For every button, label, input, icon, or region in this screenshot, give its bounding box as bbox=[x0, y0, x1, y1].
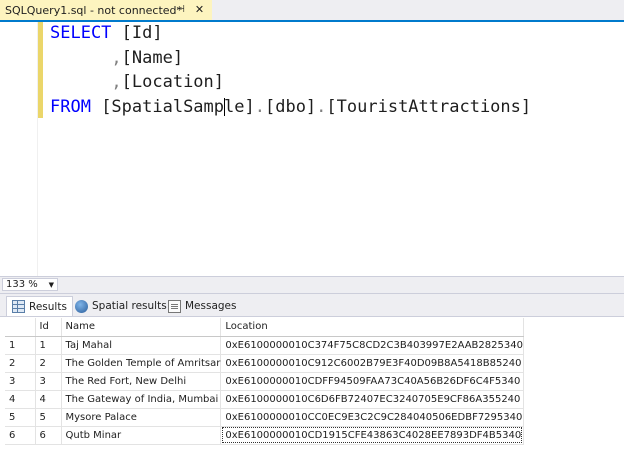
table-row[interactable]: 2 2 The Golden Temple of Amritsar 0xE610000… bbox=[5, 354, 524, 373]
table-row[interactable]: 3 3 The Red Fort, New Delhi 0xE6100000010CD… bbox=[5, 372, 524, 391]
table-row[interactable]: 6 6 Qutb Minar 0xE6100000010CD1915CFE43863C… bbox=[5, 426, 524, 445]
id-cell[interactable]: 1 bbox=[35, 336, 62, 355]
pin-icon[interactable]: ⊣ bbox=[174, 3, 187, 16]
name-cell[interactable]: The Golden Temple of Amritsar bbox=[61, 354, 222, 373]
code-token: . bbox=[316, 97, 327, 117]
tab-messages[interactable]: Messages bbox=[163, 296, 242, 316]
location-cell[interactable]: 0xE6100000010CDFF94509FAA73C40A56B26DF6C… bbox=[220, 372, 524, 391]
table-row[interactable]: 1 1 Taj Mahal 0xE6100000010C374F75C8CD2C3B4… bbox=[5, 336, 524, 355]
code-token: [Id] bbox=[121, 23, 163, 43]
chevron-down-icon: ▼ bbox=[48, 280, 54, 289]
code-line[interactable]: SELECT [Id] bbox=[50, 22, 163, 44]
column-header-location[interactable]: Location bbox=[220, 318, 524, 337]
id-cell[interactable]: 5 bbox=[35, 408, 62, 427]
globe-icon bbox=[75, 299, 88, 313]
column-header-name[interactable]: Name bbox=[61, 318, 222, 337]
location-cell[interactable]: 0xE6100000010C912C6002B79E3F40D09B8A5418… bbox=[220, 354, 524, 373]
name-cell[interactable]: Mysore Palace bbox=[61, 408, 222, 427]
row-number-cell[interactable]: 5 bbox=[5, 408, 36, 427]
row-number-cell[interactable]: 3 bbox=[5, 372, 36, 391]
code-token: le] bbox=[224, 97, 255, 117]
sql-keyword: SELECT bbox=[50, 23, 122, 43]
tab-results[interactable]: Results bbox=[6, 296, 73, 316]
results-tab-strip: Results Spatial results Messages bbox=[0, 294, 624, 317]
code-token: [dbo] bbox=[264, 97, 317, 117]
code-token: , bbox=[50, 72, 122, 92]
grid-icon bbox=[12, 300, 25, 313]
code-token: [Name] bbox=[121, 48, 184, 68]
code-line[interactable]: ,[Location] bbox=[50, 71, 224, 93]
id-cell[interactable]: 2 bbox=[35, 354, 62, 373]
id-cell[interactable]: 3 bbox=[35, 372, 62, 391]
zoom-bar: 133 % ▼ bbox=[0, 276, 624, 294]
column-header-rownum[interactable] bbox=[5, 318, 36, 337]
location-cell[interactable]: 0xE6100000010CC0EC9E3C2C9C284040506EDBF7… bbox=[220, 408, 524, 427]
code-token: [SpatialSamp bbox=[101, 97, 225, 117]
row-number-cell[interactable]: 6 bbox=[5, 426, 36, 445]
location-cell[interactable]: 0xE6100000010CD1915CFE43863C4028EE7893DF… bbox=[220, 426, 524, 445]
table-row[interactable]: 5 5 Mysore Palace 0xE6100000010CC0EC9E3C2C9… bbox=[5, 408, 524, 427]
tab-title: SQLQuery1.sql - not connected* bbox=[5, 3, 183, 17]
horizontal-scrollbar[interactable] bbox=[60, 278, 622, 291]
document-tab-strip: SQLQuery1.sql - not connected* ⊣ ✕ bbox=[0, 0, 624, 22]
tab-spatial-results[interactable]: Spatial results bbox=[70, 296, 172, 316]
id-cell[interactable]: 6 bbox=[35, 426, 62, 445]
sql-keyword: FROM bbox=[50, 97, 102, 117]
name-cell[interactable]: Qutb Minar bbox=[61, 426, 222, 445]
close-icon[interactable]: ✕ bbox=[193, 3, 206, 16]
query-editor[interactable]: SELECT [Id] ,[Name] ,[Location] FROM [Spa… bbox=[0, 22, 624, 276]
row-number-cell[interactable]: 1 bbox=[5, 336, 36, 355]
code-token: , bbox=[50, 48, 122, 68]
tab-messages-label: Messages bbox=[185, 300, 237, 312]
location-cell[interactable]: 0xE6100000010C374F75C8CD2C3B403997E2AAB2… bbox=[220, 336, 524, 355]
code-token: . bbox=[254, 97, 265, 117]
results-table: Id Name Location 1 1 Taj Mahal 0xE610000001… bbox=[5, 318, 524, 445]
change-indicator-bar bbox=[38, 96, 43, 118]
messages-icon bbox=[168, 299, 181, 313]
id-cell[interactable]: 4 bbox=[35, 390, 62, 409]
code-token: [TouristAttractions] bbox=[326, 97, 532, 117]
tab-results-label: Results bbox=[29, 300, 67, 313]
results-grid[interactable]: Id Name Location 1 1 Taj Mahal 0xE610000001… bbox=[0, 317, 624, 466]
tab-spatial-results-label: Spatial results bbox=[92, 300, 167, 312]
column-header-id[interactable]: Id bbox=[35, 318, 62, 337]
table-row[interactable]: 4 4 The Gateway of India, Mumbai 0xE6100000… bbox=[5, 390, 524, 409]
name-cell[interactable]: The Red Fort, New Delhi bbox=[61, 372, 222, 391]
row-number-cell[interactable]: 4 bbox=[5, 390, 36, 409]
code-line[interactable]: FROM [SpatialSample].[dbo].[TouristAttra… bbox=[50, 96, 531, 118]
zoom-value: 133 % bbox=[6, 279, 38, 290]
code-token: [Location] bbox=[121, 72, 225, 92]
header-row: Id Name Location bbox=[5, 318, 524, 337]
location-cell[interactable]: 0xE6100000010C6D6FB72407EC3240705E9CF86A… bbox=[220, 390, 524, 409]
zoom-dropdown[interactable]: 133 % ▼ bbox=[2, 278, 58, 291]
name-cell[interactable]: Taj Mahal bbox=[61, 336, 222, 355]
tab-sqlquery1[interactable]: SQLQuery1.sql - not connected* ⊣ ✕ bbox=[0, 0, 212, 20]
code-line[interactable]: ,[Name] bbox=[50, 47, 183, 69]
name-cell[interactable]: The Gateway of India, Mumbai bbox=[61, 390, 222, 409]
row-number-cell[interactable]: 2 bbox=[5, 354, 36, 373]
